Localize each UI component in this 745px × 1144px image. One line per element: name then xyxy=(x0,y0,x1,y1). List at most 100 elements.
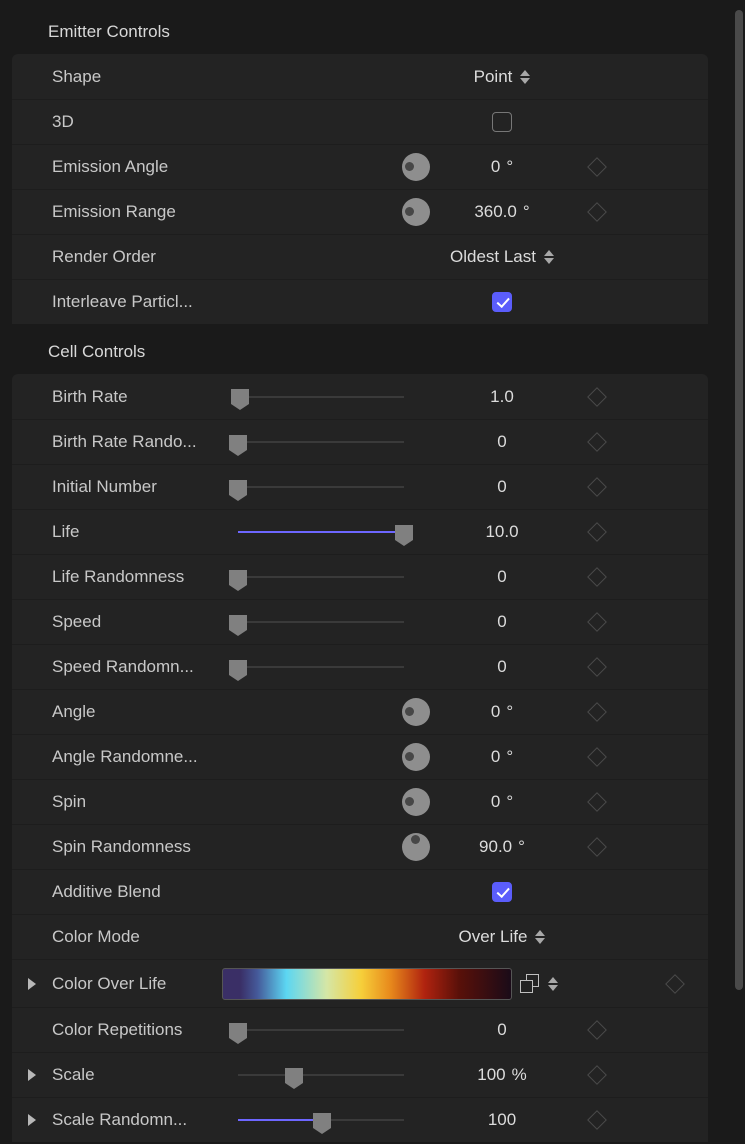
slider-birth-rate-rand[interactable] xyxy=(232,432,410,452)
keyframe-emission-range[interactable] xyxy=(587,202,607,222)
row-life: Life 10.0 xyxy=(12,509,708,554)
label-scale-rand: Scale Randomn... xyxy=(52,1110,232,1130)
slider-life[interactable] xyxy=(232,522,410,542)
gradient-color-over-life[interactable] xyxy=(222,968,512,1000)
row-scale-rand: Scale Randomn... 100 xyxy=(12,1097,708,1142)
value-speed[interactable]: 0 xyxy=(432,612,572,632)
label-birth-rate-rand: Birth Rate Rando... xyxy=(52,432,232,452)
keyframe-color-over-life[interactable] xyxy=(665,974,685,994)
row-speed: Speed 0 xyxy=(12,599,708,644)
label-shape: Shape xyxy=(52,67,232,87)
keyframe-scale[interactable] xyxy=(587,1065,607,1085)
keyframe-life-rand[interactable] xyxy=(587,567,607,587)
section-header-emitter: Emitter Controls xyxy=(0,10,720,54)
value-initial-number[interactable]: 0 xyxy=(432,477,572,497)
row-initial-number: Initial Number 0 xyxy=(12,464,708,509)
gradient-preset-icon[interactable] xyxy=(520,974,540,994)
row-interleave: Interleave Particl... xyxy=(12,279,708,324)
value-color-repetitions[interactable]: 0 xyxy=(432,1020,572,1040)
row-color-repetitions: Color Repetitions 0 xyxy=(12,1007,708,1052)
disclosure-scale[interactable] xyxy=(28,1069,36,1081)
color-mode-select[interactable]: Over Life xyxy=(459,927,546,947)
row-color-mode: Color Mode Over Life xyxy=(12,914,708,959)
row-shape: Shape Point xyxy=(12,54,708,99)
slider-scale[interactable] xyxy=(232,1065,410,1085)
keyframe-speed[interactable] xyxy=(587,612,607,632)
keyframe-spin[interactable] xyxy=(587,792,607,812)
value-spin[interactable]: 0° xyxy=(432,792,572,812)
keyframe-spin-rand[interactable] xyxy=(587,837,607,857)
label-spin-rand: Spin Randomness xyxy=(52,837,232,857)
value-angle[interactable]: 0° xyxy=(432,702,572,722)
section-header-cell: Cell Controls xyxy=(0,330,720,374)
slider-color-repetitions[interactable] xyxy=(232,1020,410,1040)
row-emission-angle: Emission Angle 0 ° xyxy=(12,144,708,189)
keyframe-emission-angle[interactable] xyxy=(587,157,607,177)
disclosure-scale-rand[interactable] xyxy=(28,1114,36,1126)
label-emission-range: Emission Range xyxy=(52,202,232,222)
render-order-select[interactable]: Oldest Last xyxy=(450,247,554,267)
dial-angle-rand[interactable] xyxy=(402,743,430,771)
value-emission-range[interactable]: 360.0 ° xyxy=(432,202,572,222)
keyframe-birth-rate-rand[interactable] xyxy=(587,432,607,452)
slider-speed[interactable] xyxy=(232,612,410,632)
shape-select[interactable]: Point xyxy=(474,67,531,87)
value-angle-rand[interactable]: 0° xyxy=(432,747,572,767)
label-initial-number: Initial Number xyxy=(52,477,232,497)
value-life-rand[interactable]: 0 xyxy=(432,567,572,587)
stepper-icon xyxy=(544,250,554,264)
keyframe-scale-rand[interactable] xyxy=(587,1110,607,1130)
label-life: Life xyxy=(52,522,232,542)
label-angle: Angle xyxy=(52,702,232,722)
dial-angle[interactable] xyxy=(402,698,430,726)
row-life-rand: Life Randomness 0 xyxy=(12,554,708,599)
keyframe-angle[interactable] xyxy=(587,702,607,722)
label-color-repetitions: Color Repetitions xyxy=(52,1020,232,1040)
keyframe-birth-rate[interactable] xyxy=(587,387,607,407)
row-birth-rate-rand: Birth Rate Rando... 0 xyxy=(12,419,708,464)
dial-emission-angle[interactable] xyxy=(402,153,430,181)
checkbox-interleave[interactable] xyxy=(492,292,512,312)
row-spin-rand: Spin Randomness 90.0° xyxy=(12,824,708,869)
row-3d: 3D xyxy=(12,99,708,144)
keyframe-speed-rand[interactable] xyxy=(587,657,607,677)
row-scale: Scale 100% xyxy=(12,1052,708,1097)
slider-scale-rand[interactable] xyxy=(232,1110,410,1130)
slider-initial-number[interactable] xyxy=(232,477,410,497)
value-life[interactable]: 10.0 xyxy=(432,522,572,542)
scrollbar[interactable] xyxy=(735,10,743,990)
value-birth-rate-rand[interactable]: 0 xyxy=(432,432,572,452)
value-spin-rand[interactable]: 90.0° xyxy=(432,837,572,857)
value-birth-rate[interactable]: 1.0 xyxy=(432,387,572,407)
render-order-value: Oldest Last xyxy=(450,247,536,267)
dial-emission-range[interactable] xyxy=(402,198,430,226)
label-life-rand: Life Randomness xyxy=(52,567,232,587)
dial-spin[interactable] xyxy=(402,788,430,816)
dial-spin-rand[interactable] xyxy=(402,833,430,861)
keyframe-initial-number[interactable] xyxy=(587,477,607,497)
checkbox-3d[interactable] xyxy=(492,112,512,132)
disclosure-color-over-life[interactable] xyxy=(28,978,36,990)
value-speed-rand[interactable]: 0 xyxy=(432,657,572,677)
row-render-order: Render Order Oldest Last xyxy=(12,234,708,279)
cell-section: Birth Rate 1.0 Birth Rate Rando... 0 xyxy=(12,374,708,1142)
label-birth-rate: Birth Rate xyxy=(52,387,232,407)
label-scale: Scale xyxy=(52,1065,232,1085)
value-scale-rand[interactable]: 100 xyxy=(432,1110,572,1130)
row-speed-rand: Speed Randomn... 0 xyxy=(12,644,708,689)
keyframe-color-repetitions[interactable] xyxy=(587,1020,607,1040)
value-emission-angle[interactable]: 0 ° xyxy=(432,157,572,177)
checkbox-additive-blend[interactable] xyxy=(492,882,512,902)
keyframe-angle-rand[interactable] xyxy=(587,747,607,767)
slider-birth-rate[interactable] xyxy=(232,387,410,407)
row-angle: Angle 0° xyxy=(12,689,708,734)
label-angle-rand: Angle Randomne... xyxy=(52,747,232,767)
slider-speed-rand[interactable] xyxy=(232,657,410,677)
stepper-icon xyxy=(535,930,545,944)
keyframe-life[interactable] xyxy=(587,522,607,542)
slider-life-rand[interactable] xyxy=(232,567,410,587)
stepper-icon[interactable] xyxy=(548,977,558,991)
label-speed-rand: Speed Randomn... xyxy=(52,657,232,677)
shape-value: Point xyxy=(474,67,513,87)
value-scale[interactable]: 100% xyxy=(432,1065,572,1085)
